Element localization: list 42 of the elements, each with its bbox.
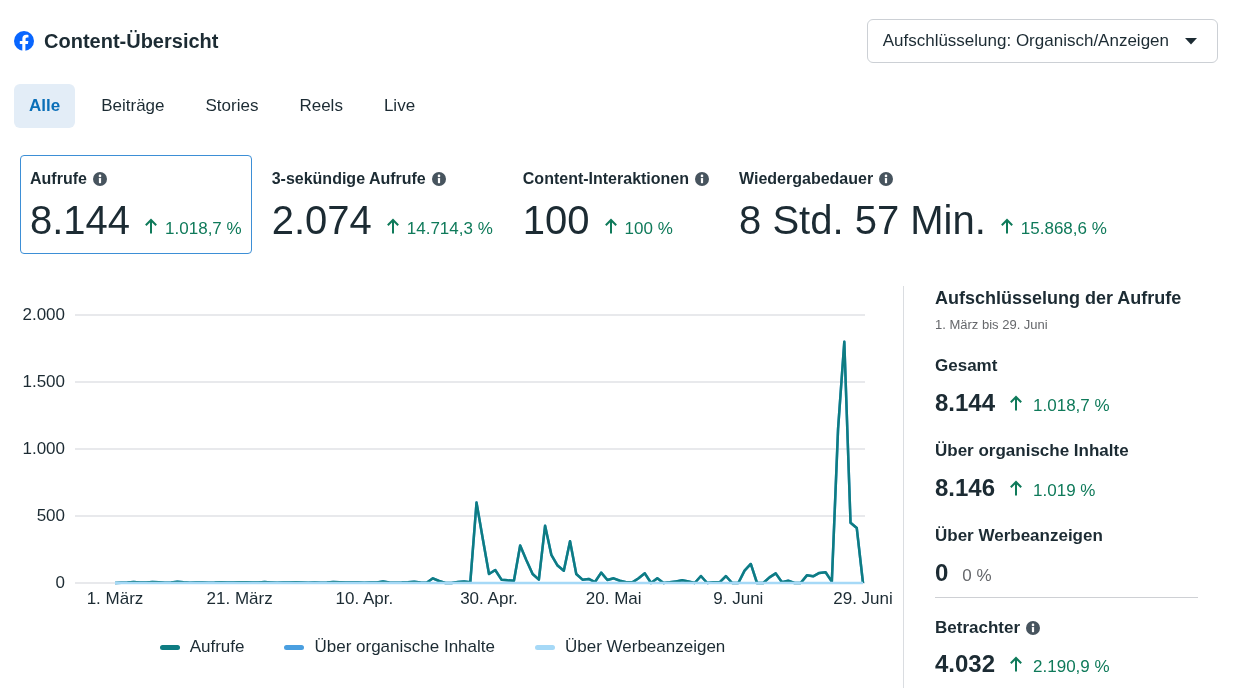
- breakdown-label: Über Werbeanzeigen: [935, 525, 1103, 547]
- axis-label: 29. Juni: [833, 588, 893, 610]
- axis-label: 0: [54, 572, 65, 594]
- legend-label: Aufrufe: [189, 636, 245, 658]
- panel-title: Aufschlüsselung der Aufrufe: [935, 287, 1182, 310]
- change-value: 1.018,7 %: [1033, 395, 1110, 417]
- metric-label: Aufrufe: [30, 169, 87, 189]
- axis-label: 500: [35, 505, 65, 527]
- axis-label: 1.500: [21, 371, 65, 393]
- change-value: 14.714,3 %: [406, 218, 493, 240]
- breakdown-label: Betrachter: [935, 617, 1021, 639]
- legend-label: Über Werbeanzeigen: [565, 636, 726, 658]
- axis-label: 10. Apr.: [335, 588, 394, 610]
- metric-value: 100: [522, 198, 590, 242]
- breakdown-value: 8.144: [935, 388, 996, 418]
- axis-label: 20. Mai: [585, 588, 642, 610]
- breakdown-value: 8.146: [935, 473, 996, 503]
- change-value: 1.019 %: [1033, 480, 1096, 502]
- breakdown-value: 4.032: [935, 649, 996, 679]
- metric-value: 8.144: [30, 198, 131, 242]
- axis-label: 1.000: [21, 438, 65, 460]
- change-value: 0 %: [962, 565, 992, 587]
- axis-label: 21. März: [206, 588, 273, 610]
- date-range: 1. März bis 29. Juni: [935, 316, 1048, 334]
- metric-label: 3-sekündige Aufrufe: [271, 169, 426, 189]
- legend-label: Über organische Inhalte: [314, 636, 495, 658]
- axis-label: 2.000: [21, 304, 65, 326]
- axis-label: 9. Juni: [713, 588, 764, 610]
- metric-value: 2.074: [271, 198, 372, 242]
- axis-label: 30. Apr.: [460, 588, 518, 610]
- breakdown-value: 0: [935, 558, 949, 588]
- breakdown-label: Über organische Inhalte: [935, 440, 1129, 462]
- metric-label: Wiedergabedauer: [739, 169, 874, 189]
- page-title: Content-Übersicht: [44, 29, 219, 53]
- breakdown-label: Gesamt: [935, 355, 998, 377]
- change-value: 2.190,9 %: [1033, 656, 1110, 678]
- axis-label: 1. März: [86, 588, 144, 610]
- metric-label: Content-Interaktionen: [522, 169, 689, 189]
- metric-value: 8 Std. 57 Min.: [739, 198, 986, 242]
- change-value: 15.868,6 %: [1020, 218, 1107, 240]
- change-value: 1.018,7 %: [165, 218, 242, 240]
- change-value: 100 %: [624, 218, 673, 240]
